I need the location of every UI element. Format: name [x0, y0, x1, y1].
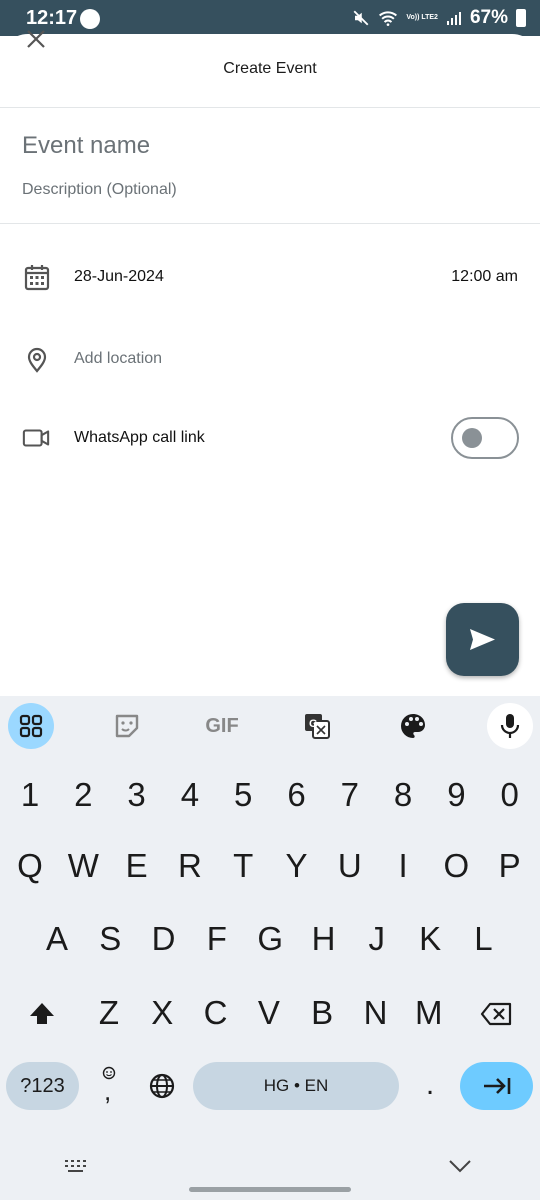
backspace-icon[interactable] — [480, 1002, 512, 1026]
key-t[interactable]: T — [216, 836, 270, 896]
app-notification-icon — [80, 9, 100, 29]
divider — [0, 223, 540, 224]
key-d[interactable]: D — [137, 909, 191, 969]
location-pin-icon — [27, 347, 47, 373]
key-x[interactable]: X — [135, 983, 189, 1043]
voice-input-button[interactable] — [487, 703, 533, 749]
shift-icon[interactable] — [28, 1000, 56, 1028]
send-button[interactable] — [446, 603, 519, 676]
symbols-key[interactable]: ?123 — [6, 1062, 79, 1110]
gif-button[interactable]: GIF — [198, 712, 246, 740]
hide-keyboard-chevron-icon[interactable] — [448, 1159, 472, 1173]
key-w[interactable]: W — [56, 836, 110, 896]
key-j[interactable]: J — [350, 909, 404, 969]
status-icons: Vo)) LTE2 67% — [352, 7, 526, 29]
key-y[interactable]: Y — [270, 836, 324, 896]
key-l[interactable]: L — [456, 909, 510, 969]
key-m[interactable]: M — [402, 983, 456, 1043]
space-key[interactable]: HG • EN — [193, 1062, 399, 1110]
key-u[interactable]: U — [323, 836, 377, 896]
key-q[interactable]: Q — [3, 836, 57, 896]
key-g[interactable]: G — [243, 909, 297, 969]
add-location-field[interactable]: Add location — [74, 350, 162, 368]
keyboard-layout-icon[interactable] — [63, 1158, 91, 1174]
time-field[interactable]: 12:00 am — [451, 268, 518, 286]
key-c[interactable]: C — [189, 983, 243, 1043]
key-a[interactable]: A — [30, 909, 84, 969]
key-s[interactable]: S — [83, 909, 137, 969]
key-9[interactable]: 9 — [429, 765, 483, 825]
svg-text:G: G — [309, 718, 318, 730]
keyboard-apps-button[interactable] — [8, 703, 54, 749]
palette-icon[interactable] — [398, 711, 428, 741]
key-1[interactable]: 1 — [3, 765, 57, 825]
microphone-icon — [500, 714, 520, 738]
signal-icon — [446, 12, 461, 25]
key-2[interactable]: 2 — [56, 765, 110, 825]
key-6[interactable]: 6 — [270, 765, 324, 825]
calendar-icon — [24, 265, 50, 291]
key-7[interactable]: 7 — [323, 765, 377, 825]
key-0[interactable]: 0 — [483, 765, 537, 825]
key-b[interactable]: B — [295, 983, 349, 1043]
key-f[interactable]: F — [190, 909, 244, 969]
key-i[interactable]: I — [376, 836, 430, 896]
key-k[interactable]: K — [403, 909, 457, 969]
page-title: Create Event — [223, 60, 317, 77]
send-icon — [470, 629, 495, 650]
comma-label: , — [104, 1076, 112, 1106]
enter-next-key[interactable] — [460, 1062, 533, 1110]
key-n[interactable]: N — [349, 983, 403, 1043]
date-field[interactable]: 28-Jun-2024 — [74, 268, 164, 286]
key-e[interactable]: E — [110, 836, 164, 896]
event-name-input[interactable]: Event name — [22, 132, 150, 160]
sticker-icon[interactable] — [112, 711, 142, 741]
key-z[interactable]: Z — [82, 983, 136, 1043]
whatsapp-call-link-label: WhatsApp call link — [74, 429, 205, 446]
description-input[interactable]: Description (Optional) — [22, 181, 177, 199]
key-o[interactable]: O — [429, 836, 483, 896]
key-4[interactable]: 4 — [163, 765, 217, 825]
tab-arrow-icon — [484, 1078, 511, 1094]
battery-percent: 67% — [469, 7, 508, 28]
key-v[interactable]: V — [242, 983, 296, 1043]
period-key[interactable]: . — [418, 1068, 442, 1108]
language-globe-icon[interactable] — [148, 1072, 176, 1100]
call-link-toggle[interactable] — [451, 417, 519, 459]
key-h[interactable]: H — [297, 909, 351, 969]
translate-icon[interactable]: G — [302, 711, 332, 741]
toggle-knob — [462, 428, 482, 448]
wifi-icon — [379, 11, 398, 26]
status-bar: 12:17 Vo)) LTE2 67% — [0, 0, 540, 36]
battery-icon — [516, 9, 526, 27]
key-5[interactable]: 5 — [216, 765, 270, 825]
key-8[interactable]: 8 — [376, 765, 430, 825]
comma-emoji-key[interactable]: , — [94, 1062, 124, 1110]
grid-icon — [19, 714, 43, 738]
video-camera-icon — [22, 429, 50, 447]
close-icon[interactable] — [22, 25, 50, 53]
key-p[interactable]: P — [483, 836, 537, 896]
key-3[interactable]: 3 — [110, 765, 164, 825]
gesture-handle[interactable] — [189, 1187, 351, 1192]
network-label: Vo)) LTE2 — [406, 14, 438, 21]
mute-icon — [353, 10, 369, 26]
key-r[interactable]: R — [163, 836, 217, 896]
